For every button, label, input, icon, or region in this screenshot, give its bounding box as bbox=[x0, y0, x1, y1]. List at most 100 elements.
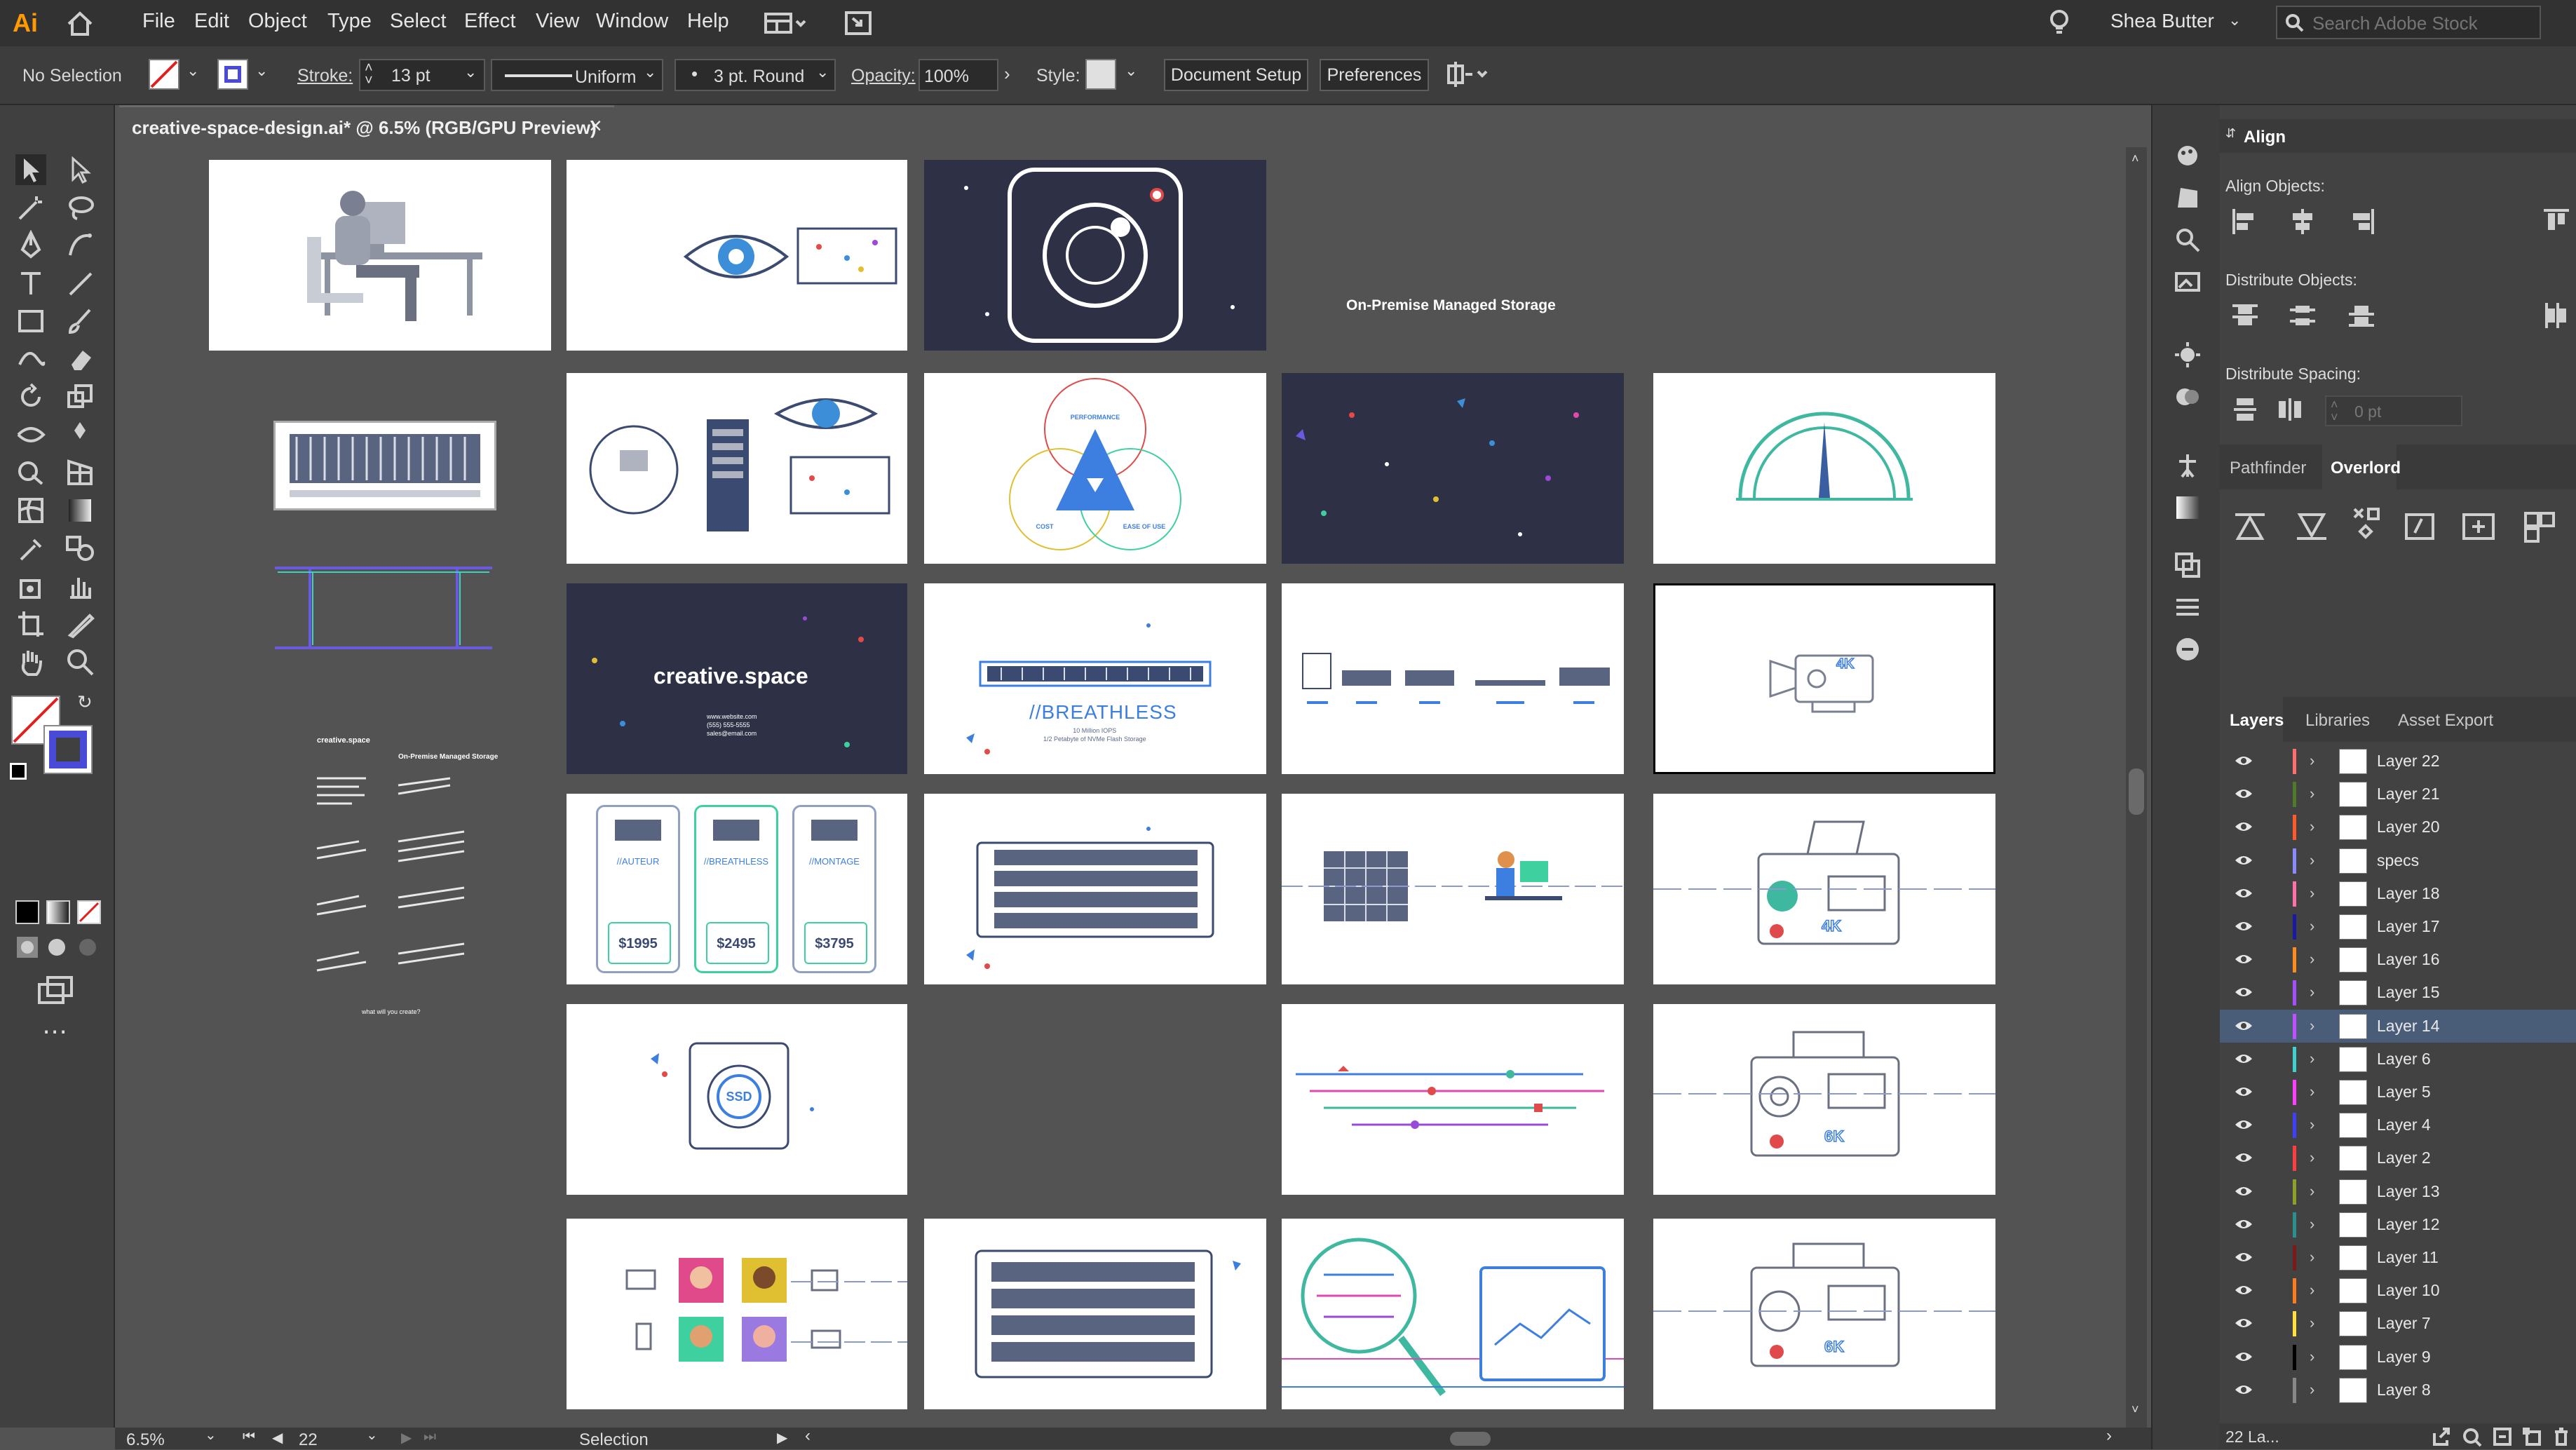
menu-edit[interactable]: Edit bbox=[194, 10, 229, 33]
visibility-eye-icon[interactable] bbox=[2234, 920, 2253, 933]
draw-inside-icon[interactable] bbox=[76, 935, 100, 959]
artboard-number[interactable]: 22 bbox=[299, 1430, 318, 1450]
layer-row[interactable]: › Layer 15 bbox=[2220, 976, 2576, 1009]
lightbulb-icon[interactable] bbox=[2047, 8, 2071, 38]
visibility-eye-icon[interactable] bbox=[2234, 1052, 2253, 1065]
draw-normal-icon[interactable] bbox=[15, 935, 39, 959]
visibility-eye-icon[interactable] bbox=[2234, 887, 2253, 900]
artboard-person-desk[interactable] bbox=[209, 160, 551, 351]
distribute-vertical-center-icon[interactable] bbox=[2289, 301, 2317, 330]
stroke-weight-field[interactable]: ˄ ˅ 13 pt ⌄ bbox=[359, 59, 485, 91]
variable-width-profile[interactable]: Uniform ⌄ bbox=[491, 59, 663, 91]
layer-row[interactable]: › Layer 6 bbox=[2220, 1043, 2576, 1076]
visibility-eye-icon[interactable] bbox=[2234, 1317, 2253, 1329]
tab-asset-export[interactable]: Asset Export bbox=[2398, 711, 2493, 731]
artboard-timeline[interactable] bbox=[1282, 1004, 1624, 1195]
align-panel-title[interactable]: Align bbox=[2244, 128, 2286, 147]
menu-select[interactable]: Select bbox=[390, 10, 447, 33]
expand-layer-icon[interactable]: › bbox=[2310, 1215, 2314, 1233]
image-icon[interactable] bbox=[2174, 268, 2202, 296]
line-tool-icon[interactable] bbox=[65, 268, 95, 299]
gradient-mode-icon[interactable] bbox=[46, 900, 70, 924]
layer-name[interactable]: Layer 2 bbox=[2377, 1149, 2431, 1167]
layer-row[interactable]: › Layer 12 bbox=[2220, 1208, 2576, 1241]
none-mode-icon[interactable] bbox=[77, 900, 101, 924]
stroke-color-icon[interactable] bbox=[43, 725, 93, 774]
brush-definition[interactable]: • 3 pt. Round ⌄ bbox=[674, 59, 836, 91]
visibility-eye-icon[interactable] bbox=[2234, 1185, 2253, 1198]
artboard-confetti[interactable] bbox=[1282, 373, 1624, 564]
layer-name[interactable]: Layer 14 bbox=[2377, 1017, 2440, 1036]
document-setup-button[interactable]: Document Setup bbox=[1164, 59, 1308, 91]
artboard-camera-rig[interactable]: 4K bbox=[1653, 794, 1995, 984]
expand-layer-icon[interactable]: › bbox=[2310, 1248, 2314, 1266]
app-logo[interactable]: Ai bbox=[6, 4, 43, 42]
scroll-right-icon[interactable]: › bbox=[2106, 1426, 2112, 1446]
workspace-switcher-icon[interactable] bbox=[764, 11, 806, 35]
chevron-down-icon[interactable]: ⌄ bbox=[255, 62, 268, 80]
menu-object[interactable]: Object bbox=[248, 10, 307, 33]
expand-layer-icon[interactable]: › bbox=[2310, 752, 2314, 770]
layer-row[interactable]: › Layer 10 bbox=[2220, 1274, 2576, 1307]
artboard-tool-icon[interactable] bbox=[15, 609, 46, 639]
layer-row[interactable]: › Layer 11 bbox=[2220, 1241, 2576, 1274]
layer-name[interactable]: Layer 21 bbox=[2377, 785, 2440, 804]
collapse-icon[interactable]: ⇵ bbox=[2225, 126, 2236, 141]
expand-layer-icon[interactable]: › bbox=[2310, 1083, 2314, 1101]
visibility-eye-icon[interactable] bbox=[2234, 1251, 2253, 1263]
layer-row[interactable]: › specs bbox=[2220, 844, 2576, 877]
layer-row[interactable]: › Layer 7 bbox=[2220, 1307, 2576, 1340]
previous-artboard-icon[interactable]: ◀ bbox=[272, 1429, 283, 1446]
expand-layer-icon[interactable]: › bbox=[2310, 785, 2314, 803]
more-tools-icon[interactable]: ⋯ bbox=[42, 1017, 67, 1046]
arrange-documents-icon[interactable] bbox=[844, 10, 872, 36]
expand-layer-icon[interactable]: › bbox=[2310, 1182, 2314, 1200]
chevron-down-icon[interactable]: ⌄ bbox=[816, 63, 829, 81]
layer-name[interactable]: Layer 22 bbox=[2377, 752, 2440, 771]
column-graph-icon[interactable] bbox=[65, 571, 95, 602]
width-tool-icon[interactable] bbox=[15, 419, 46, 450]
menu-type[interactable]: Type bbox=[327, 10, 372, 33]
expand-layer-icon[interactable]: › bbox=[2310, 1381, 2314, 1399]
align-left-icon[interactable] bbox=[2231, 208, 2259, 236]
visibility-eye-icon[interactable] bbox=[2234, 787, 2253, 800]
vertical-distribute-space-icon[interactable] bbox=[2231, 395, 2259, 424]
overlord-push-icon[interactable] bbox=[2231, 508, 2269, 546]
menu-file[interactable]: File bbox=[142, 10, 175, 33]
chevron-down-icon[interactable]: ⌄ bbox=[205, 1426, 217, 1444]
user-menu[interactable]: Shea Butter ⌄ bbox=[2110, 10, 2244, 35]
zoom-tool-icon[interactable] bbox=[65, 646, 95, 677]
slice-tool-icon[interactable] bbox=[65, 609, 95, 639]
visibility-eye-icon[interactable] bbox=[2234, 854, 2253, 867]
artboard-camera-network[interactable]: 6K bbox=[1653, 1219, 1995, 1409]
default-colors-icon[interactable] bbox=[10, 763, 27, 780]
expand-layer-icon[interactable]: › bbox=[2310, 983, 2314, 1001]
expand-layer-icon[interactable]: › bbox=[2310, 851, 2314, 869]
color-mode-icon[interactable] bbox=[15, 900, 39, 924]
layer-row[interactable]: › Layer 2 bbox=[2220, 1141, 2576, 1174]
layer-row[interactable]: › Layer 4 bbox=[2220, 1109, 2576, 1141]
shape-builder-icon[interactable] bbox=[15, 457, 46, 488]
vertical-scrollbar[interactable]: ˄ ˅ bbox=[2126, 147, 2147, 1428]
eraser-icon[interactable] bbox=[65, 344, 95, 374]
artboard-breathless[interactable]: //BREATHLESS 10 Million IOPS 1/2 Petabyt… bbox=[924, 583, 1266, 774]
artboard-camera-logo[interactable] bbox=[924, 160, 1266, 351]
stock-search-input[interactable] bbox=[2311, 11, 2531, 35]
artboard-venn[interactable]: PERFORMANCE COST EASE OF USE bbox=[924, 373, 1266, 564]
distribute-bottom-icon[interactable] bbox=[2347, 301, 2375, 330]
artboard-brand[interactable]: creative.space www.website.com (555) 555… bbox=[567, 583, 907, 774]
layer-name[interactable]: Layer 8 bbox=[2377, 1381, 2431, 1400]
expand-layer-icon[interactable]: › bbox=[2310, 1050, 2314, 1068]
visibility-eye-icon[interactable] bbox=[2234, 1350, 2253, 1363]
next-artboard-icon[interactable]: ▶ bbox=[401, 1429, 412, 1446]
layer-name[interactable]: Layer 4 bbox=[2377, 1116, 2431, 1134]
overlord-text-icon[interactable] bbox=[2402, 508, 2440, 546]
scroll-down-icon[interactable]: ˅ bbox=[2131, 1402, 2139, 1417]
gradient-tool-icon[interactable] bbox=[65, 495, 95, 526]
arrange-icon[interactable] bbox=[1444, 59, 1493, 90]
curvature-tool-icon[interactable] bbox=[65, 230, 95, 261]
expand-layer-icon[interactable]: › bbox=[2310, 884, 2314, 902]
align-panel-icon[interactable] bbox=[2174, 593, 2202, 621]
magic-wand-icon[interactable] bbox=[15, 192, 46, 223]
properties-icon[interactable] bbox=[2174, 226, 2202, 254]
